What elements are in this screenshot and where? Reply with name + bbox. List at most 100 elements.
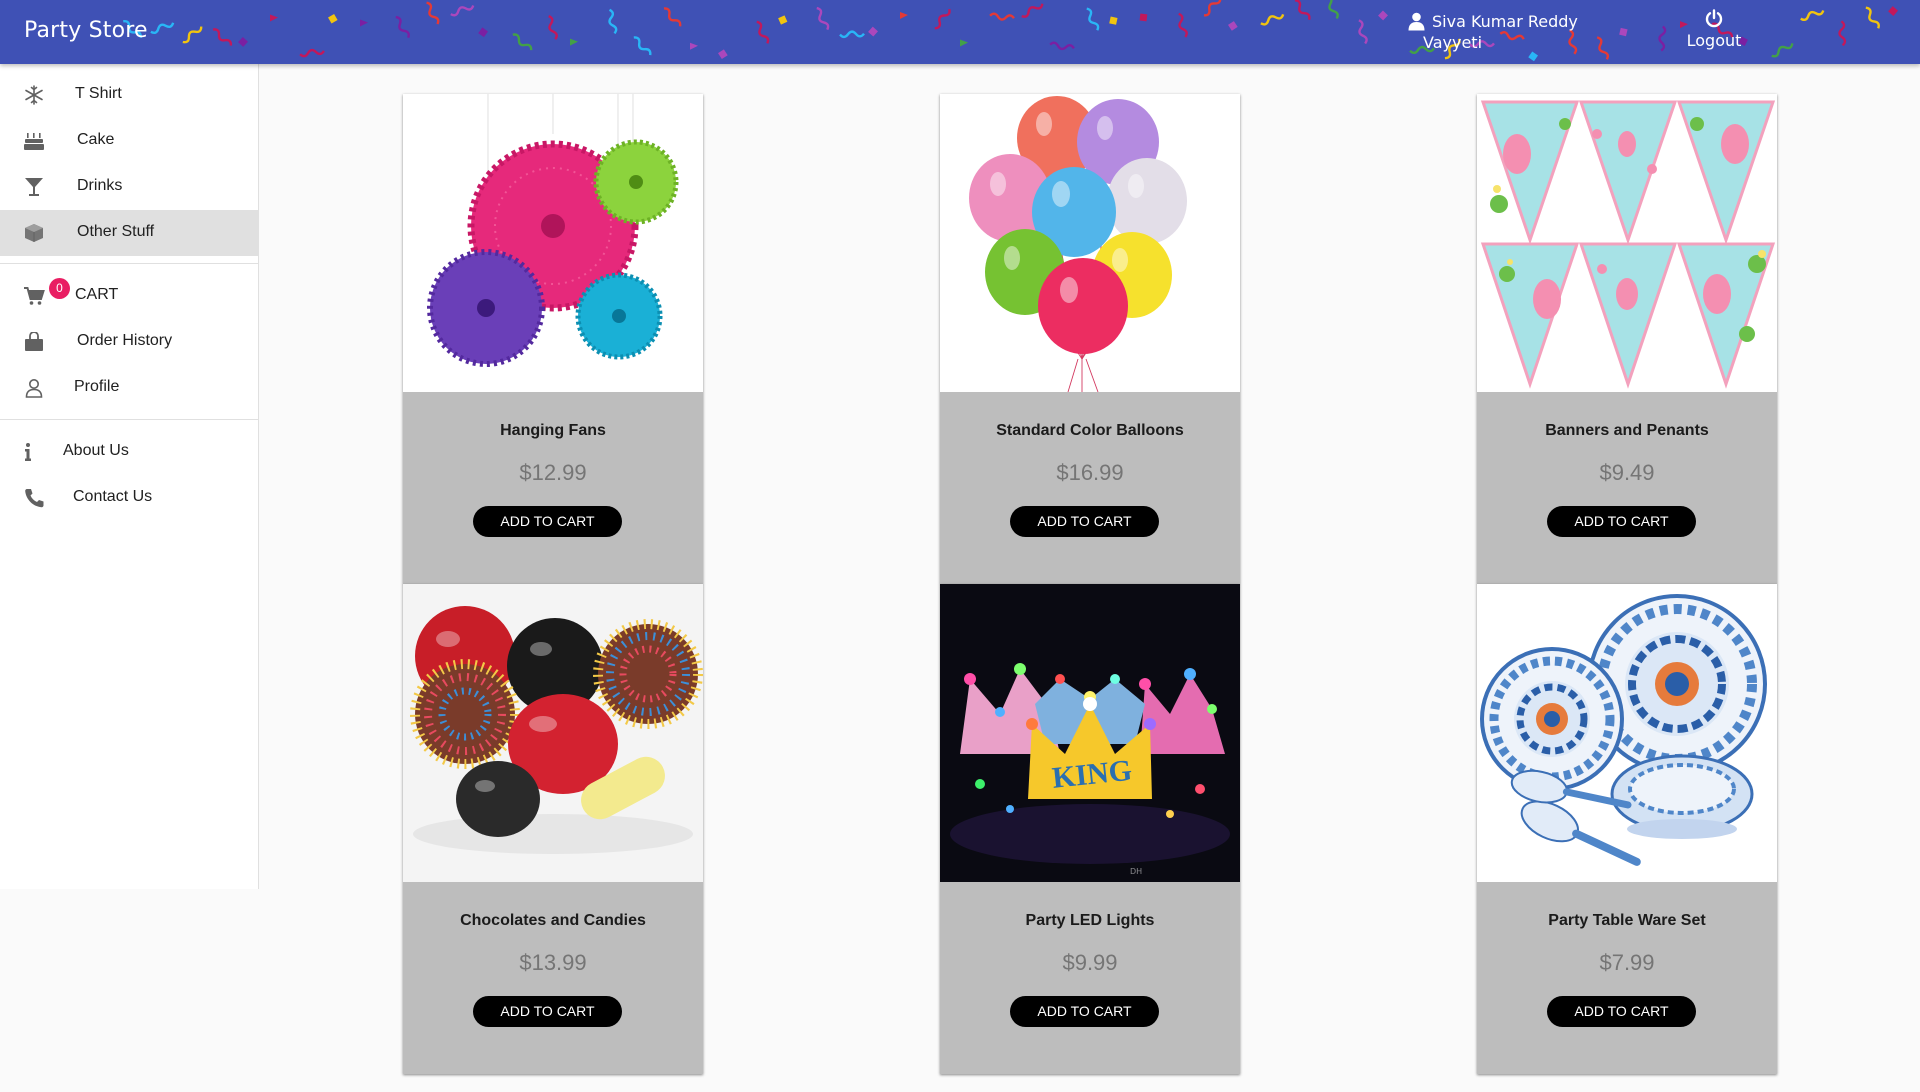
confetti-piece — [150, 22, 175, 35]
add-to-cart-button[interactable]: ADD TO CART — [1547, 996, 1696, 1027]
sidebar-item-label: Other Stuff — [77, 223, 155, 240]
product-details: Chocolates and Candies $13.99 ADD TO CAR… — [403, 882, 703, 1074]
confetti-piece — [839, 30, 865, 39]
confetti-piece — [1658, 25, 1667, 52]
confetti-piece — [450, 5, 475, 17]
confetti-piece — [868, 26, 878, 37]
sidebar: T Shirt Cake Drinks Other Stuff CART 0 O… — [0, 64, 259, 889]
product-details: Standard Color Balloons $16.99 ADD TO CA… — [940, 392, 1240, 584]
confetti-piece — [718, 49, 728, 60]
user-outline-icon — [25, 379, 43, 398]
confetti-piece — [1596, 36, 1610, 60]
confetti-piece — [900, 12, 908, 20]
sidebar-item-label: About Us — [63, 442, 129, 459]
confetti-piece — [299, 48, 325, 58]
confetti-piece — [1203, 0, 1222, 17]
confetti-piece — [570, 38, 578, 46]
app-title[interactable]: Party Store — [24, 18, 148, 43]
product-image: KING DH — [940, 584, 1240, 882]
cube-icon — [25, 224, 43, 242]
add-to-cart-button[interactable]: ADD TO CART — [1010, 996, 1159, 1027]
product-details: Party LED Lights $9.99 ADD TO CART — [940, 882, 1240, 1074]
shopping-bag-icon — [25, 332, 43, 351]
confetti-piece — [934, 8, 951, 30]
logout-button[interactable]: Logout — [1682, 9, 1746, 55]
add-to-cart-button[interactable]: ADD TO CART — [473, 996, 622, 1027]
product-details: Party Table Ware Set $7.99 ADD TO CART — [1477, 882, 1777, 1074]
sidebar-item-order-history[interactable]: Order History — [0, 319, 258, 365]
confetti-piece — [512, 33, 533, 51]
confetti-piece — [238, 37, 248, 47]
sidebar-item-cake[interactable]: Cake — [0, 118, 258, 164]
user-icon — [1408, 12, 1425, 31]
confetti-piece — [1358, 19, 1368, 45]
confetti-piece — [1378, 10, 1388, 21]
confetti-piece — [1228, 21, 1238, 31]
confetti-piece — [328, 13, 338, 24]
confetti-piece — [478, 27, 488, 38]
sidebar-item-label: Order History — [77, 332, 173, 349]
product-name: Chocolates and Candies — [460, 912, 646, 929]
product-card: Party Table Ware Set $7.99 ADD TO CART — [1477, 584, 1777, 1074]
confetti-piece — [756, 20, 770, 44]
confetti-piece — [989, 12, 1015, 21]
confetti-piece — [426, 1, 440, 25]
shopping-cart-icon — [24, 287, 45, 305]
product-card: Banners and Penants $9.49 ADD TO CART — [1477, 94, 1777, 584]
confetti-piece — [608, 8, 618, 35]
phone-icon — [25, 489, 44, 508]
sidebar-item-label: T Shirt — [75, 85, 122, 102]
product-details: Banners and Penants $9.49 ADD TO CART — [1477, 392, 1777, 584]
sidebar-item-label: CART — [75, 286, 119, 303]
sidebar-item-other-stuff[interactable]: Other Stuff — [0, 210, 258, 256]
product-image — [940, 94, 1240, 392]
sidebar-item-contact-us[interactable]: Contact Us — [0, 475, 258, 521]
divider — [0, 419, 258, 420]
confetti-piece — [1865, 6, 1880, 29]
sidebar-item-label: Drinks — [77, 177, 123, 194]
confetti-piece — [548, 14, 558, 40]
confetti-background — [123, 0, 1898, 62]
confetti-piece — [1021, 3, 1044, 18]
info-icon — [25, 443, 31, 461]
confetti-piece — [1800, 10, 1825, 22]
confetti-piece — [1294, 0, 1311, 21]
confetti-piece — [1888, 6, 1898, 16]
confetti-piece — [395, 15, 410, 39]
product-image — [403, 94, 703, 392]
product-price: $12.99 — [519, 460, 587, 485]
power-icon — [1705, 9, 1723, 28]
cake-icon — [24, 133, 44, 150]
snowflake-icon — [25, 85, 43, 105]
product-image — [1477, 94, 1777, 392]
confetti-piece — [1771, 43, 1794, 58]
confetti-piece — [663, 7, 682, 27]
sidebar-item-cart[interactable]: CART — [0, 273, 258, 319]
confetti-piece — [1838, 20, 1847, 47]
confetti-piece — [182, 26, 203, 44]
product-name: Standard Color Balloons — [996, 422, 1184, 439]
product-name: Hanging Fans — [500, 422, 606, 439]
user-name-first: Siva Kumar Reddy — [1432, 12, 1578, 31]
cart-count-badge: 0 — [49, 278, 70, 299]
product-name: Banners and Penants — [1545, 422, 1709, 439]
logout-label: Logout — [1686, 31, 1742, 50]
confetti-piece — [1086, 7, 1100, 31]
confetti-piece — [690, 42, 698, 50]
add-to-cart-button[interactable]: ADD TO CART — [473, 506, 622, 537]
product-price: $9.49 — [1599, 460, 1655, 485]
confetti-piece — [1260, 13, 1285, 26]
product-name: Party Table Ware Set — [1548, 912, 1706, 929]
svg-text:DH: DH — [1130, 867, 1142, 876]
sidebar-item-label: Cake — [77, 131, 115, 148]
sidebar-item-t-shirt[interactable]: T Shirt — [0, 72, 258, 118]
sidebar-item-about-us[interactable]: About Us — [0, 429, 258, 475]
confetti-piece — [816, 6, 830, 31]
sidebar-item-label: Contact Us — [73, 488, 153, 505]
add-to-cart-button[interactable]: ADD TO CART — [1547, 506, 1696, 537]
add-to-cart-button[interactable]: ADD TO CART — [1010, 506, 1159, 537]
product-image — [1477, 584, 1777, 882]
sidebar-item-profile[interactable]: Profile — [0, 365, 258, 411]
divider — [0, 263, 258, 264]
sidebar-item-drinks[interactable]: Drinks — [0, 164, 258, 210]
